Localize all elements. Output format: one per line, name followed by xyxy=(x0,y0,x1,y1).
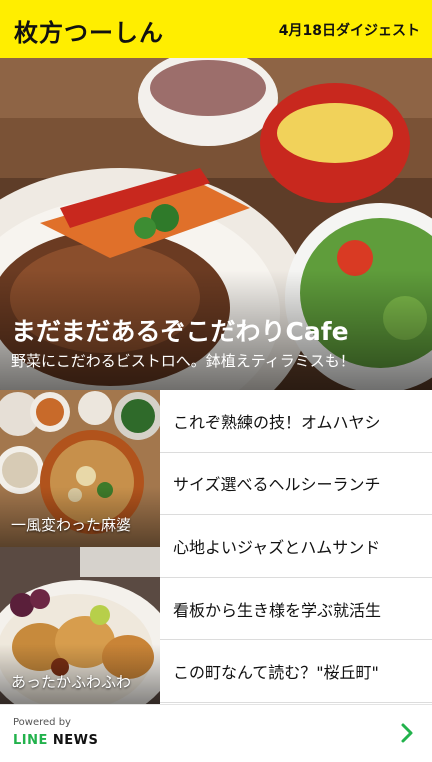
hero-title[interactable]: まだまだあるぞこだわりCafe xyxy=(11,312,349,348)
news-logo-text: NEWS xyxy=(47,733,99,748)
article-list: これぞ熟練の技！オムハヤシ サイズ選べるヘルシーランチ 心地よいジャズとハムサン… xyxy=(160,390,432,703)
site-logo[interactable]: 枚方つーしん xyxy=(14,13,164,48)
line-news-logo: LINE NEWS xyxy=(13,733,98,748)
thumb-article-1[interactable]: 一風変わった麻婆 xyxy=(0,390,160,547)
line-logo-text: LINE xyxy=(13,733,48,748)
digest-date: 4月18日ダイジェスト xyxy=(278,23,420,39)
article-list-item[interactable]: 心地よいジャズとハムサンド xyxy=(160,515,432,578)
powered-by-label: Powered by xyxy=(13,717,71,728)
article-list-item[interactable]: これぞ熟練の技！オムハヤシ xyxy=(160,390,432,453)
thumb-caption-1: 一風変わった麻婆 xyxy=(11,516,132,534)
thumb-article-2[interactable]: あったかふわふわ xyxy=(0,547,160,704)
footer-bar[interactable]: Powered by LINE NEWS xyxy=(0,704,432,762)
thumb-caption-2: あったかふわふわ xyxy=(11,673,132,691)
app-header: 枚方つーしん 4月18日ダイジェスト xyxy=(0,0,432,58)
article-list-item[interactable]: 看板から生き様を学ぶ就活生 xyxy=(160,578,432,641)
hero-subtitle: 野菜にこだわるビストロへ。鉢植えティラミスも！ xyxy=(11,352,355,370)
article-list-item[interactable]: サイズ選べるヘルシーランチ xyxy=(160,453,432,516)
chevron-right-icon[interactable] xyxy=(396,722,418,744)
article-list-item[interactable]: この町なんて読む？"桜丘町" xyxy=(160,640,432,703)
hero-article[interactable]: まだまだあるぞこだわりCafe 野菜にこだわるビストロへ。鉢植えティラミスも！ xyxy=(0,58,432,390)
